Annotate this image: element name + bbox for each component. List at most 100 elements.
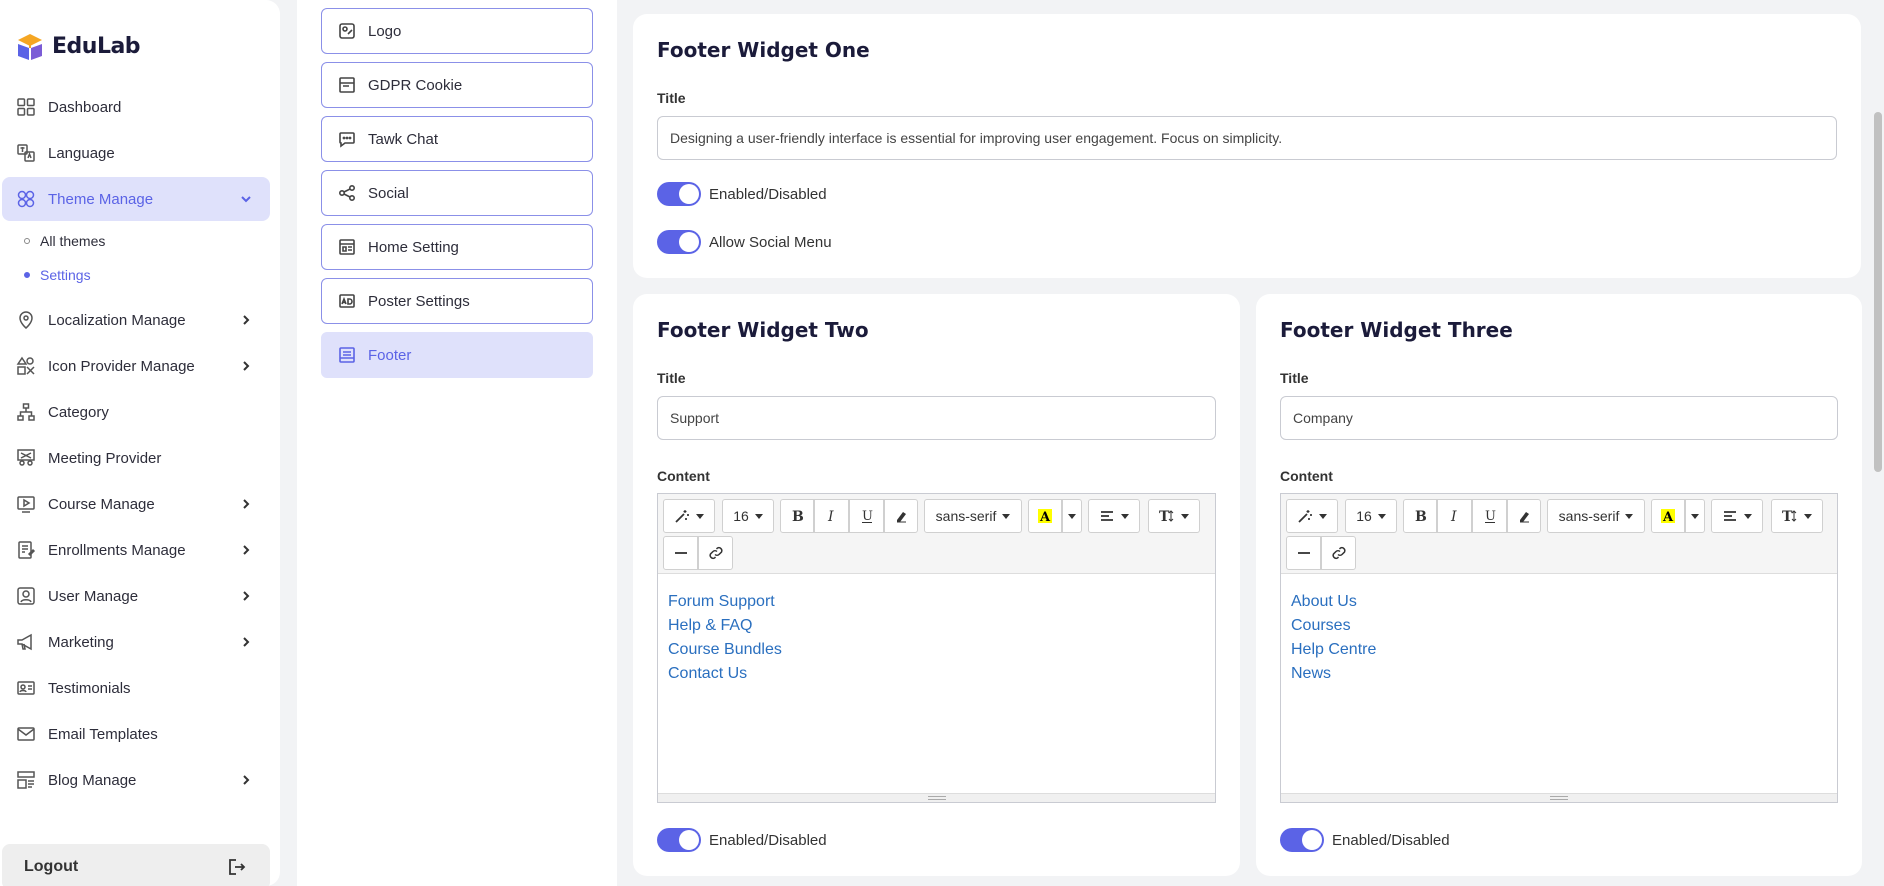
- eraser-icon: [1520, 512, 1529, 523]
- sidebar-item-testimonials[interactable]: Testimonials: [2, 666, 270, 710]
- magic-style-button[interactable]: [663, 499, 715, 533]
- toggle-label: Enabled/Disabled: [709, 831, 827, 849]
- sidebar-item-user-manage[interactable]: User Manage: [2, 574, 270, 618]
- chevron-down-icon: [240, 192, 252, 204]
- toggle-label: Allow Social Menu: [709, 233, 832, 251]
- underline-icon: U: [1484, 509, 1496, 524]
- scrollbar-thumb[interactable]: [1874, 112, 1882, 472]
- page-scrollbar[interactable]: [1872, 0, 1884, 886]
- paragraph-align-button[interactable]: [1088, 499, 1140, 533]
- font-family-select[interactable]: sans-serif: [924, 499, 1022, 533]
- footer-link[interactable]: Course Bundles: [668, 638, 782, 662]
- sidebar-item-email-templates[interactable]: Email Templates: [2, 712, 270, 756]
- bold-button[interactable]: B: [1403, 499, 1437, 533]
- toggle-switch[interactable]: [657, 828, 701, 852]
- footer-link[interactable]: Courses: [1291, 614, 1376, 638]
- settings-menu-social[interactable]: Social: [321, 170, 593, 216]
- widget-two-content-editor[interactable]: 16 B I U sans-serif A T Forum Support He…: [657, 493, 1216, 803]
- sidebar-item-course-manage[interactable]: Course Manage: [2, 482, 270, 526]
- settings-menu-gdpr-cookie[interactable]: GDPR Cookie: [321, 62, 593, 108]
- clear-format-button[interactable]: [1507, 499, 1541, 533]
- underline-button[interactable]: U: [849, 499, 884, 533]
- widget-two-enabled-toggle[interactable]: Enabled/Disabled: [657, 828, 827, 852]
- widget-two-title-input[interactable]: Support: [657, 396, 1216, 440]
- widget-three-content-editor[interactable]: 16 B I U sans-serif A T About Us Courses…: [1280, 493, 1838, 803]
- editor-content[interactable]: About Us Courses Help Centre News: [1291, 590, 1376, 686]
- logout-button[interactable]: Logout: [2, 844, 270, 886]
- widget-one-social-toggle[interactable]: Allow Social Menu: [657, 230, 832, 254]
- text-color-button[interactable]: A: [1651, 499, 1685, 533]
- link-button[interactable]: [1321, 536, 1356, 570]
- widget-one-title-input[interactable]: Designing a user-friendly interface is e…: [657, 116, 1837, 160]
- footer-widget-one-card: Footer Widget One Title Designing a user…: [633, 14, 1861, 278]
- font-size-select[interactable]: 16: [722, 499, 774, 533]
- font-family-select[interactable]: sans-serif: [1547, 499, 1645, 533]
- font-size-select[interactable]: 16: [1345, 499, 1397, 533]
- sidebar-item-label: Category: [48, 403, 109, 421]
- italic-button[interactable]: I: [1437, 499, 1472, 533]
- magic-style-button[interactable]: [1286, 499, 1338, 533]
- sidebar-item-language[interactable]: Language: [2, 131, 270, 175]
- toggle-label: Enabled/Disabled: [709, 185, 827, 203]
- italic-button[interactable]: I: [814, 499, 849, 533]
- clear-format-button[interactable]: [884, 499, 918, 533]
- sidebar-item-localization-manage[interactable]: Localization Manage: [2, 298, 270, 342]
- line-height-button[interactable]: T: [1771, 499, 1823, 533]
- bold-button[interactable]: B: [780, 499, 814, 533]
- toggle-switch[interactable]: [1280, 828, 1324, 852]
- settings-menu-tawk-chat[interactable]: Tawk Chat: [321, 116, 593, 162]
- settings-menu-home-setting[interactable]: Home Setting: [321, 224, 593, 270]
- settings-menu-logo[interactable]: Logo: [321, 8, 593, 54]
- settings-menu-footer[interactable]: Footer: [321, 332, 593, 378]
- editor-resize-handle[interactable]: [658, 793, 1215, 802]
- sidebar-item-meeting-provider[interactable]: Meeting Provider: [2, 436, 270, 480]
- underline-button[interactable]: U: [1472, 499, 1507, 533]
- sidebar-item-theme-manage[interactable]: Theme Manage: [2, 177, 270, 221]
- text-color-button[interactable]: A: [1028, 499, 1062, 533]
- sidebar-subitem-settings[interactable]: Settings: [24, 263, 91, 287]
- sidebar-item-dashboard[interactable]: Dashboard: [2, 85, 270, 129]
- toggle-switch[interactable]: [657, 230, 701, 254]
- editor-content[interactable]: Forum Support Help & FAQ Course Bundles …: [668, 590, 782, 686]
- chevron-right-icon: [240, 497, 252, 509]
- paragraph-align-button[interactable]: [1711, 499, 1763, 533]
- sidebar-subitem-label: All themes: [40, 233, 106, 249]
- caret-down-icon: [1002, 513, 1011, 519]
- sidebar-item-label: Dashboard: [48, 98, 122, 116]
- sidebar-item-category[interactable]: Category: [2, 390, 270, 434]
- brand[interactable]: EduLab: [14, 30, 141, 62]
- svg-text:A: A: [1662, 510, 1674, 524]
- settings-menu-poster-settings[interactable]: Poster Settings: [321, 278, 593, 324]
- footer-link[interactable]: About Us: [1291, 590, 1376, 614]
- line-height-button[interactable]: T: [1148, 499, 1200, 533]
- link-button[interactable]: [698, 536, 733, 570]
- logo-icon: [338, 22, 356, 40]
- footer-link[interactable]: Contact Us: [668, 662, 782, 686]
- footer-link[interactable]: Forum Support: [668, 590, 782, 614]
- text-color-dropdown[interactable]: [1685, 499, 1705, 533]
- widget-three-enabled-toggle[interactable]: Enabled/Disabled: [1280, 828, 1450, 852]
- horizontal-rule-button[interactable]: [663, 536, 698, 570]
- home-setting-icon: [338, 238, 356, 256]
- sidebar-item-enrollments-manage[interactable]: Enrollments Manage: [2, 528, 270, 572]
- horizontal-rule-button[interactable]: [1286, 536, 1321, 570]
- sidebar-item-marketing[interactable]: Marketing: [2, 620, 270, 664]
- widget-three-title-input[interactable]: Company: [1280, 396, 1838, 440]
- logout-label: Logout: [24, 858, 79, 875]
- editor-resize-handle[interactable]: [1281, 793, 1837, 802]
- sidebar-item-label: Localization Manage: [48, 311, 186, 329]
- font-size-value: 16: [1356, 508, 1372, 524]
- sidebar-item-icon-provider-manage[interactable]: Icon Provider Manage: [2, 344, 270, 388]
- svg-text:B: B: [1415, 509, 1427, 524]
- sidebar-subitem-all-themes[interactable]: All themes: [24, 229, 105, 253]
- text-color-dropdown[interactable]: [1062, 499, 1082, 533]
- font-family-value: sans-serif: [1558, 508, 1620, 524]
- footer-link[interactable]: Help Centre: [1291, 638, 1376, 662]
- location-icon: [16, 310, 36, 330]
- widget-one-enabled-toggle[interactable]: Enabled/Disabled: [657, 182, 827, 206]
- footer-link[interactable]: News: [1291, 662, 1376, 686]
- sidebar-item-blog-manage[interactable]: Blog Manage: [2, 758, 270, 802]
- toggle-switch[interactable]: [657, 182, 701, 206]
- sidebar-item-label: Testimonials: [48, 679, 131, 697]
- footer-link[interactable]: Help & FAQ: [668, 614, 782, 638]
